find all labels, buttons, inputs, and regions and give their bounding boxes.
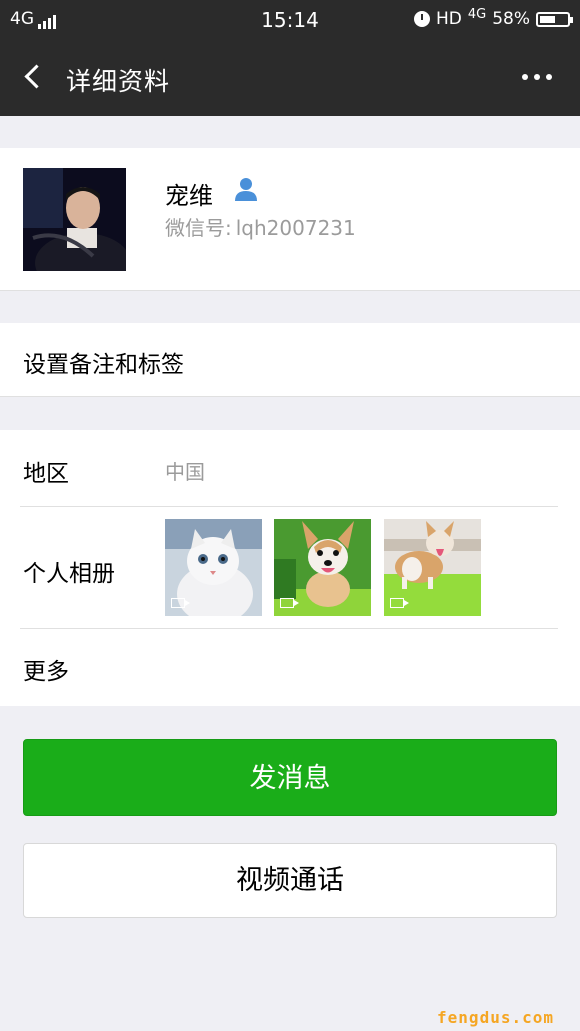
profile-card: 宠维 微信号: lqh2007231 <box>0 148 580 291</box>
album-photo-kitten[interactable] <box>165 519 262 616</box>
region-row: 地区 中国 <box>0 430 580 506</box>
region-value: 中国 <box>165 460 205 484</box>
wechat-id: 微信号: lqh2007231 <box>165 212 356 241</box>
hd-label: HD <box>435 9 462 29</box>
region-label: 地区 <box>23 461 69 487</box>
album-photo-corgi[interactable] <box>274 519 371 616</box>
battery-percent: 58% <box>492 9 530 29</box>
page-title: 详细资料 <box>66 67 171 96</box>
battery-fill <box>540 15 555 23</box>
status-bar: 4G 15:14 HD 4G 58% <box>0 0 580 40</box>
nav-bar: 详细资料 <box>0 40 580 116</box>
chevron-left-icon <box>24 64 49 89</box>
more-label: 更多 <box>23 659 69 685</box>
album-photo-corgi-grass[interactable] <box>384 519 481 616</box>
contact-name: 宠维 <box>165 182 213 210</box>
net-type-label: 4G <box>467 6 487 22</box>
watermark: fengdus.com <box>437 1008 554 1027</box>
video-icon <box>390 598 409 608</box>
more-dot <box>546 74 552 80</box>
wechat-id-value: lqh2007231 <box>235 216 356 240</box>
video-call-button[interactable]: 视频通话 <box>23 843 557 918</box>
contact-person-icon <box>233 176 259 202</box>
remark-label: 设置备注和标签 <box>23 352 184 378</box>
status-right: HD 4G 58% <box>413 6 573 29</box>
wechat-id-label: 微信号: <box>165 216 232 240</box>
details-section: 地区 中国 个人相册 更多 <box>0 430 580 706</box>
send-message-button[interactable]: 发消息 <box>23 739 557 816</box>
more-dots-icon <box>522 74 528 80</box>
video-icon <box>280 598 299 608</box>
battery-icon <box>536 11 573 27</box>
avatar[interactable] <box>23 168 126 271</box>
remark-row[interactable]: 设置备注和标签 <box>0 323 580 397</box>
alarm-icon <box>413 11 430 27</box>
album-label: 个人相册 <box>23 561 115 587</box>
more-button[interactable] <box>522 74 552 80</box>
avatar-image <box>23 168 126 271</box>
more-dot <box>534 74 540 80</box>
video-icon <box>171 598 190 608</box>
back-button[interactable] <box>20 62 50 94</box>
more-row[interactable]: 更多 <box>0 629 580 706</box>
